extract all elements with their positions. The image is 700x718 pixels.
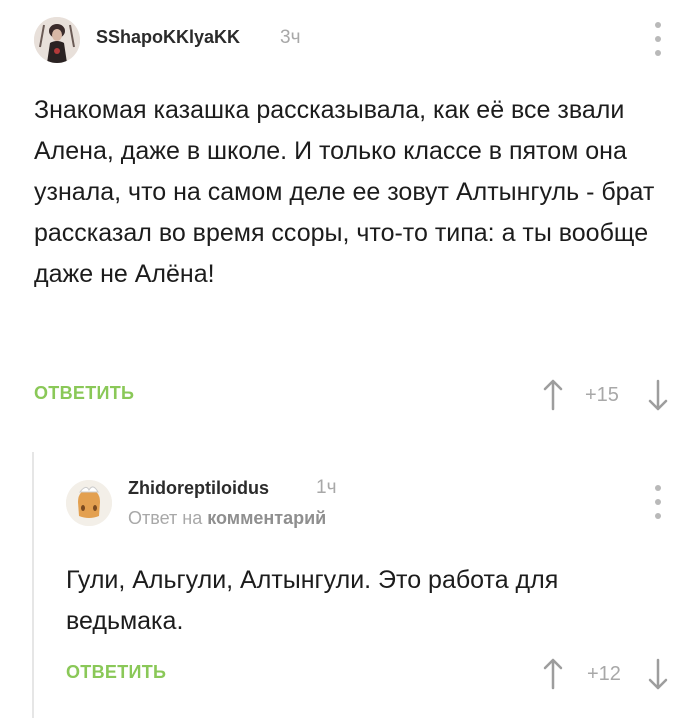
username[interactable]: SShapoKKlyaKK <box>96 27 240 48</box>
reply-avatar[interactable] <box>66 480 112 526</box>
reply-downvote-button[interactable] <box>646 657 670 691</box>
reply-to-link[interactable]: комментарий <box>207 508 326 528</box>
upvote-button[interactable] <box>541 378 565 412</box>
reply-text: Гули, Альгули, Алтынгули. Это работа для… <box>66 566 559 635</box>
avatar-icon <box>34 17 80 63</box>
avatar-icon <box>66 480 112 526</box>
reply-timestamp: 1ч <box>316 477 337 498</box>
arrow-down-icon <box>648 658 668 690</box>
arrow-up-icon <box>543 379 563 411</box>
rating: +15 <box>585 384 619 406</box>
arrow-down-icon <box>648 379 668 411</box>
reply-button[interactable]: ОТВЕТИТЬ <box>34 383 134 404</box>
reply-reply-button[interactable]: ОТВЕТИТЬ <box>66 662 166 683</box>
thread-line[interactable] <box>32 452 34 718</box>
reply-to-prefix: Ответ на <box>128 508 203 528</box>
reply-to-info: Ответ на комментарий <box>128 508 326 529</box>
reply-rating: +12 <box>587 663 621 685</box>
reply-more-vertical-icon[interactable] <box>648 485 668 519</box>
comment-text: Знакомая казашка рассказывала, как её вс… <box>34 96 655 288</box>
avatar[interactable] <box>34 17 80 63</box>
more-vertical-icon[interactable] <box>648 22 668 56</box>
timestamp: 3ч <box>280 27 301 48</box>
downvote-button[interactable] <box>646 378 670 412</box>
reply-upvote-button[interactable] <box>541 657 565 691</box>
arrow-up-icon <box>543 658 563 690</box>
reply-username[interactable]: Zhidoreptiloidus <box>128 478 269 499</box>
